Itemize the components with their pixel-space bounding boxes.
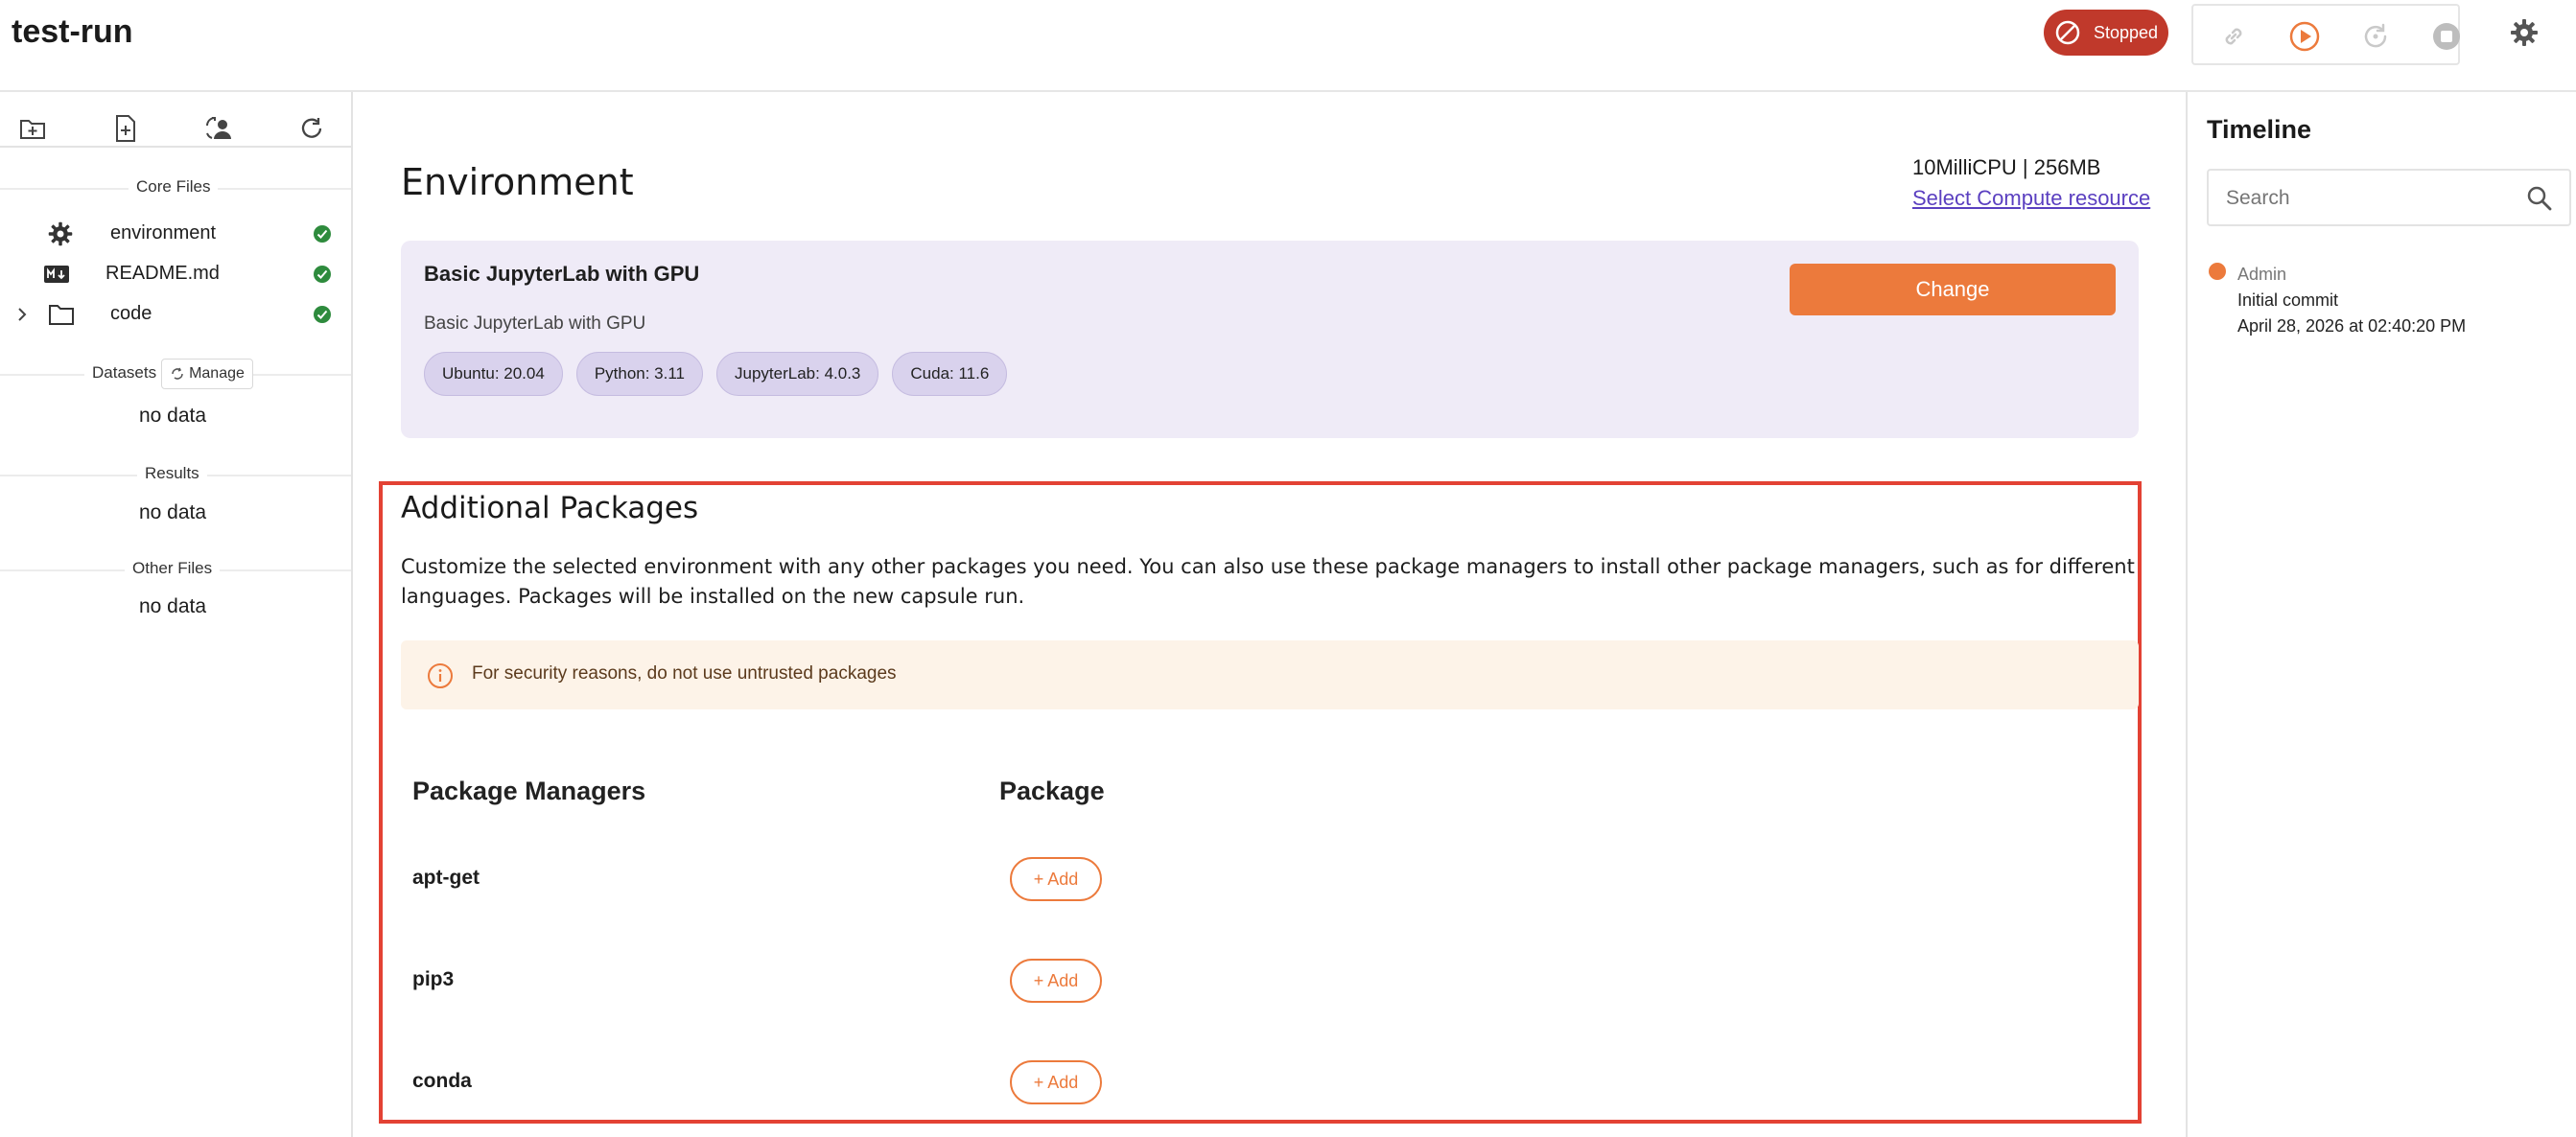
file-name: code — [110, 303, 152, 324]
timeline-user: Admin — [2237, 265, 2287, 284]
results-empty: no data — [138, 501, 207, 523]
timeline-message: Initial commit — [2237, 290, 2339, 310]
tag-jupyterlab: JupyterLab: 4.0.3 — [716, 352, 879, 396]
timeline-date: April 28, 2026 at 02:40:20 PM — [2237, 316, 2467, 336]
run-button[interactable] — [2285, 17, 2324, 56]
package-managers-header: Package Managers — [412, 777, 646, 805]
compute-resource: 10MilliCPU | 256MB — [1912, 155, 2101, 179]
additional-packages-description: Customize the selected environment with … — [401, 555, 2135, 608]
search-icon[interactable] — [2525, 184, 2554, 213]
change-environment-button[interactable]: Change — [1790, 264, 2116, 315]
new-file-icon — [116, 115, 135, 142]
datasets-label: Datasets — [84, 363, 165, 383]
environment-description: Basic JupyterLab with GPU — [424, 313, 646, 334]
status-badge[interactable]: Stopped — [2044, 10, 2168, 56]
new-file-button[interactable] — [106, 109, 145, 148]
package-manager-pip3: pip3 — [412, 968, 455, 990]
stop-button[interactable] — [2427, 17, 2466, 56]
gear-icon — [44, 220, 77, 248]
switch-user-button[interactable] — [199, 109, 238, 148]
refresh-button[interactable] — [293, 109, 331, 148]
tag-python: Python: 3.11 — [575, 352, 704, 396]
markdown-icon — [40, 260, 73, 289]
manage-icon — [172, 367, 183, 380]
new-folder-icon — [20, 120, 45, 139]
folder-icon — [45, 300, 78, 329]
stopped-icon — [2055, 20, 2080, 45]
settings-button[interactable] — [2505, 13, 2543, 52]
warning-text: For security reasons, do not use untrust… — [472, 663, 897, 684]
add-pip3-button[interactable]: + Add — [1010, 959, 1102, 1003]
switch-user-icon — [206, 117, 231, 139]
info-icon — [428, 663, 453, 688]
results-label: Results — [137, 464, 207, 483]
check-icon — [314, 306, 331, 323]
package-manager-conda: conda — [412, 1070, 472, 1092]
environment-tags: Ubuntu: 20.04 Python: 3.11 JupyterLab: 4… — [424, 352, 1008, 396]
select-compute-link[interactable]: Select Compute resource — [1912, 186, 2150, 211]
search-input[interactable] — [2226, 184, 2514, 213]
check-icon — [314, 266, 331, 283]
play-icon — [2289, 21, 2320, 52]
restart-button[interactable] — [2356, 17, 2395, 56]
tag-cuda: Cuda: 11.6 — [892, 352, 1008, 396]
page-title: Environment — [401, 161, 634, 203]
status-label: Stopped — [2094, 22, 2159, 42]
timeline-panel: Timeline Admin Initial commit April 28, … — [2186, 92, 2576, 1137]
timeline-search[interactable] — [2207, 169, 2571, 226]
timeline-title: Timeline — [2207, 115, 2312, 144]
add-conda-button[interactable]: + Add — [1010, 1060, 1102, 1104]
new-folder-button[interactable] — [13, 109, 52, 148]
file-item-readme[interactable]: README.md — [0, 254, 351, 294]
file-name: README.md — [105, 263, 220, 284]
link-button[interactable] — [2214, 17, 2253, 56]
top-bar: test-run Stopped — [0, 0, 2576, 92]
environment-name: Basic JupyterLab with GPU — [424, 262, 700, 286]
app-title: test-run — [12, 13, 133, 50]
package-header: Package — [999, 777, 1105, 805]
main-content: Environment 10MilliCPU | 256MB Select Co… — [355, 92, 2185, 1137]
manage-label: Manage — [189, 365, 245, 382]
manage-datasets-button[interactable]: Manage — [161, 359, 253, 389]
tag-ubuntu: Ubuntu: 20.04 — [424, 352, 563, 396]
file-name: environment — [110, 222, 217, 244]
run-toolbar — [2191, 4, 2460, 65]
timeline-dot — [2209, 263, 2226, 280]
file-item-environment[interactable]: environment — [0, 214, 351, 254]
file-item-code[interactable]: code — [0, 294, 351, 335]
file-sidebar: Core Files environment README.md code Da… — [0, 92, 353, 1137]
environment-card: Basic JupyterLab with GPU Basic JupyterL… — [401, 241, 2139, 438]
chevron-right-icon[interactable] — [13, 305, 31, 324]
stop-icon — [2433, 23, 2460, 50]
additional-packages-title: Additional Packages — [401, 491, 699, 525]
security-warning: For security reasons, do not use untrust… — [401, 640, 2139, 709]
package-manager-apt-get: apt-get — [412, 867, 480, 889]
refresh-icon — [301, 118, 322, 138]
restart-icon — [2364, 23, 2387, 48]
link-icon — [2225, 28, 2242, 45]
other-files-label: Other Files — [125, 559, 221, 578]
sidebar-toolbar — [0, 102, 351, 151]
core-files-label: Core Files — [129, 177, 219, 197]
gear-icon — [2511, 19, 2538, 46]
other-files-empty: no data — [138, 595, 207, 617]
add-apt-get-button[interactable]: + Add — [1010, 857, 1102, 901]
check-icon — [314, 225, 331, 243]
divider — [0, 146, 351, 148]
datasets-empty: no data — [138, 405, 207, 427]
